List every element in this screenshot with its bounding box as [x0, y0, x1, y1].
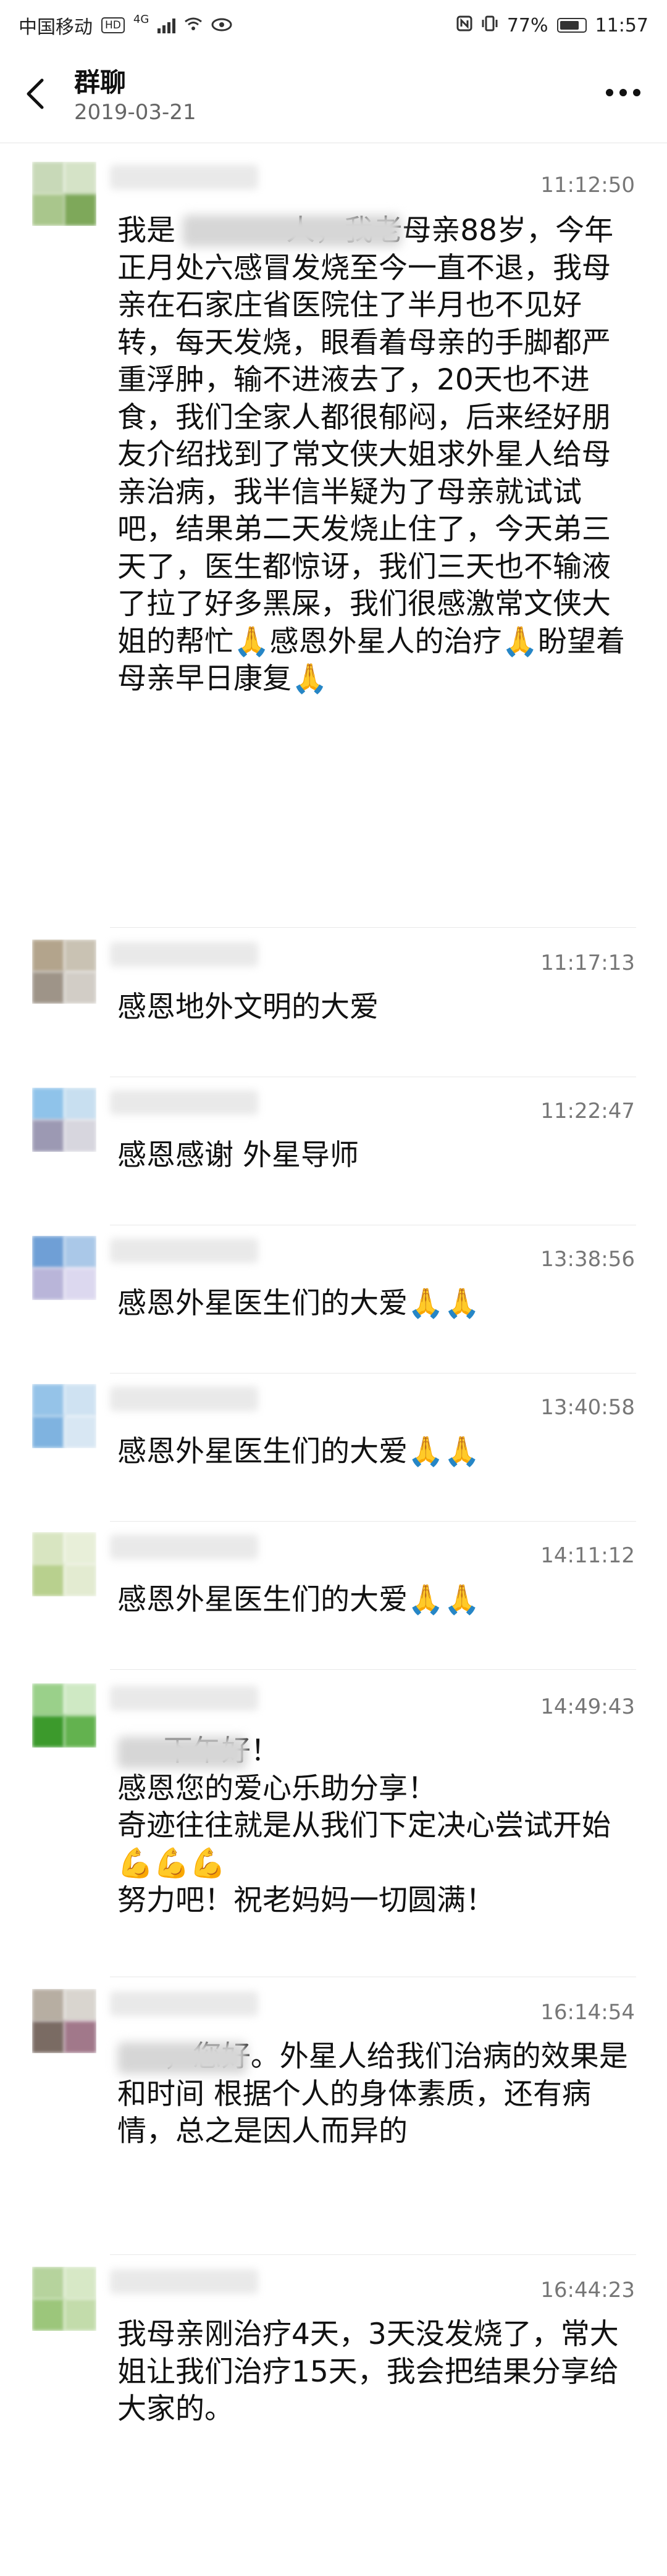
message-time: 11:12:50: [540, 173, 635, 198]
sender-name-blurred: [110, 1090, 258, 1115]
message-text: 感恩外星医生们的大爱🙏🙏: [117, 1583, 480, 1617]
message-time: 14:11:12: [540, 1543, 635, 1568]
avatar[interactable]: [32, 1236, 96, 1300]
vibrate-icon: [481, 15, 498, 36]
avatar[interactable]: [32, 162, 96, 226]
message-text: 我是 人，我老母亲88岁，今年正月处六感冒发烧至今一直不退，我母亲在石家庄省医院…: [117, 214, 626, 696]
message-time: 11:22:47: [540, 1099, 635, 1123]
sender-name-blurred: [110, 1238, 258, 1263]
divider: [110, 2254, 636, 2255]
clock: 11:57: [595, 14, 648, 36]
sender-name-blurred: [110, 1686, 258, 1711]
avatar[interactable]: [32, 1384, 96, 1448]
avatar[interactable]: [32, 1532, 96, 1596]
avatar[interactable]: [32, 1989, 96, 2053]
signal-icon: [157, 17, 176, 33]
chat-title: 群聊: [74, 67, 127, 98]
message-text: 感恩感谢 外星导师: [117, 1138, 359, 1172]
status-bar: 中国移动 HD 4G 77% 11:57: [0, 0, 667, 51]
carrier-label: 中国移动: [19, 17, 93, 38]
message-time: 16:14:54: [540, 2000, 635, 2025]
sender-name-blurred: [110, 942, 258, 967]
hd-badge: HD: [101, 17, 125, 33]
battery-icon: [556, 18, 587, 33]
chat-date: 2019-03-21: [74, 100, 196, 125]
avatar[interactable]: [32, 2267, 96, 2331]
message-time: 14:49:43: [540, 1694, 635, 1719]
sender-name-blurred: [110, 1386, 258, 1411]
blurred-region: [117, 1736, 247, 1769]
sender-name-blurred: [110, 1535, 258, 1559]
blurred-region: [182, 215, 401, 247]
divider: [110, 1521, 636, 1522]
avatar[interactable]: [32, 940, 96, 1004]
sender-name-blurred: [110, 165, 258, 190]
message-time: 13:38:56: [540, 1247, 635, 1272]
back-arrow-icon[interactable]: [19, 75, 56, 112]
wifi-icon: [184, 15, 203, 36]
nfc-icon: [456, 15, 472, 36]
avatar[interactable]: [32, 1683, 96, 1748]
network-type: 4G: [133, 12, 149, 26]
sender-name-blurred: [110, 1991, 258, 2016]
avatar[interactable]: [32, 1088, 96, 1152]
message-text: 感恩地外文明的大爱: [117, 990, 379, 1024]
eye-icon: [211, 15, 232, 36]
blurred-region: [117, 2042, 247, 2074]
divider: [110, 1669, 636, 1670]
divider: [110, 927, 636, 928]
chat-header: 群聊 2019-03-21: [0, 51, 667, 143]
message-text: 感恩外星医生们的大爱🙏🙏: [117, 1435, 480, 1469]
message-time: 11:17:13: [540, 951, 635, 975]
battery-percent: 77%: [506, 14, 548, 36]
sender-name-blurred: [110, 2269, 258, 2294]
message-text: 我母亲刚治疗4天，3天没发烧了，常大姐让我们治疗15天，我会把结果分享给大家的。: [117, 2317, 619, 2426]
message-time: 13:40:58: [540, 1395, 635, 1420]
more-options-icon[interactable]: [604, 86, 642, 99]
message-text: 感恩外星医生们的大爱🙏🙏: [117, 1286, 480, 1320]
message-time: 16:44:23: [540, 2278, 635, 2303]
